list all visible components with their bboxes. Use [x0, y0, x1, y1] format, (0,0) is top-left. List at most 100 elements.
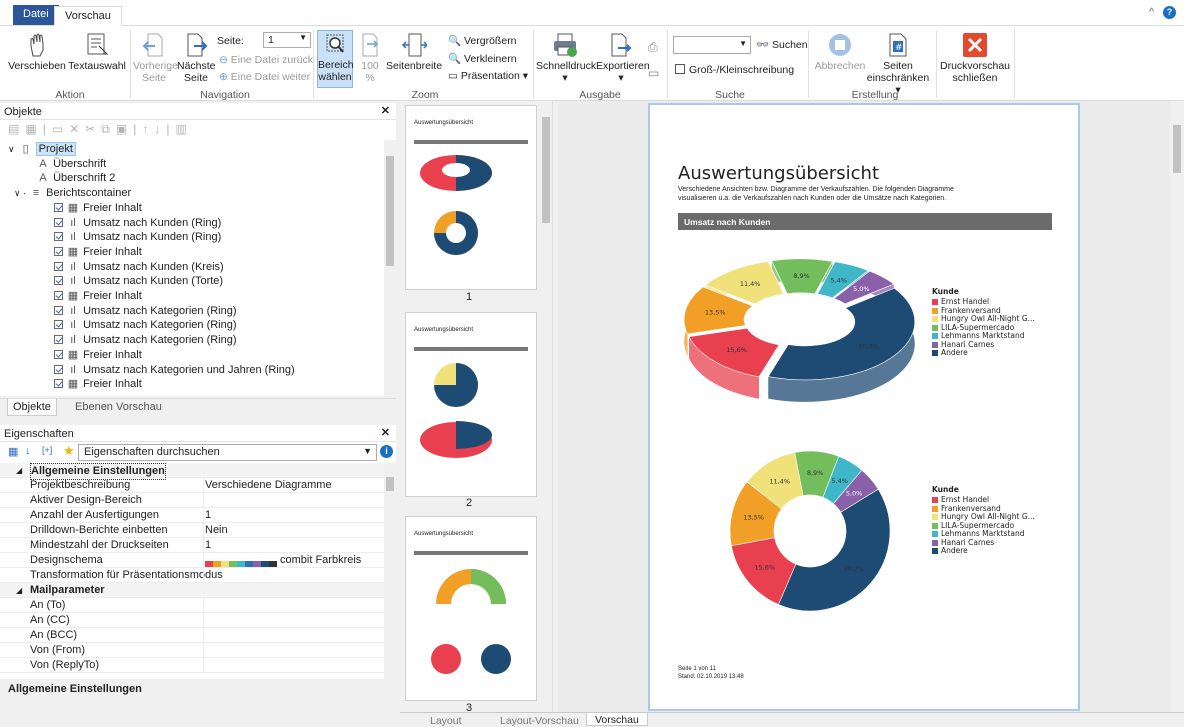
quick-print-button[interactable]: Schnelldruck ▾ — [536, 32, 596, 84]
text-select-button[interactable]: Textauswahl — [68, 32, 126, 72]
print-small-icon[interactable]: ⎙ — [648, 40, 658, 55]
tree-item[interactable]: ıl Umsatz nach Kategorien (Ring) — [54, 318, 237, 333]
stop-icon — [829, 34, 851, 56]
tab-objects[interactable]: Objekte — [7, 399, 57, 416]
chart-icon: ıl — [70, 231, 76, 244]
group-output-label: Ausgabe — [579, 89, 621, 101]
copy-icon[interactable]: ⧉ — [101, 122, 116, 136]
page-width-button[interactable]: Seitenbreite — [386, 32, 442, 72]
search-input[interactable]: ▼ — [673, 36, 751, 54]
previous-page-button[interactable]: Vorherige Seite — [133, 32, 178, 84]
tree-item[interactable]: ıl Umsatz nach Kategorien (Ring) — [54, 304, 237, 319]
tree-item[interactable]: ▦ Freier Inhalt — [54, 377, 142, 392]
tab-file[interactable]: Datei — [13, 5, 59, 25]
star-icon[interactable]: ★ — [63, 443, 75, 459]
shrink-button[interactable]: 🔍 Verkleinern — [448, 52, 517, 65]
thumbnail-page-2[interactable]: Auswertungsübersicht — [406, 313, 536, 496]
property-row[interactable]: Aktiver Design-Bereich — [0, 493, 384, 508]
presentation-button[interactable]: ▭ Präsentation ▾ — [448, 70, 528, 82]
tab-preview-main[interactable]: Vorschau — [586, 713, 648, 726]
thumbs-scrollbar[interactable] — [540, 101, 552, 712]
cut-icon[interactable]: ✂ — [85, 122, 101, 136]
close-panel-icon[interactable]: ✕ — [381, 426, 390, 439]
tree-item[interactable]: ∨ ▯ Projekt — [8, 142, 76, 157]
export-button[interactable]: Exportieren ▾ — [596, 32, 650, 84]
arrow-up-icon[interactable]: ↑ — [142, 122, 154, 136]
enlarge-button[interactable]: 🔍 Vergrößern — [448, 34, 517, 47]
zoom-100-button[interactable]: 100 % — [357, 32, 383, 84]
data-label: 40,3% — [858, 343, 879, 351]
property-row[interactable]: Designschema combit Farbkreis — [0, 553, 384, 568]
close-panel-icon[interactable]: ✕ — [381, 104, 390, 117]
property-row[interactable]: Von (ReplyTo) — [0, 658, 384, 673]
tree-item[interactable]: ▦ Freier Inhalt — [54, 245, 142, 260]
text-icon: A — [39, 172, 47, 185]
arrow-down-icon[interactable]: ↓ — [154, 122, 166, 136]
toolbar-icon[interactable]: ▭ — [52, 122, 69, 136]
property-row[interactable]: An (BCC) — [0, 628, 384, 643]
sort-az-icon[interactable]: ↓ — [25, 445, 31, 457]
tab-layout-preview[interactable]: Layout-Vorschau — [500, 715, 579, 727]
tree-item[interactable]: A Überschrift 2 — [36, 171, 115, 186]
move-button[interactable]: Verschieben — [7, 32, 67, 72]
properties-search-input[interactable]: Eigenschaften durchsuchen ▼ — [78, 444, 377, 461]
tab-preview[interactable]: Vorschau — [54, 6, 122, 26]
thumbnail-page-3[interactable]: Auswertungsübersicht — [406, 517, 536, 700]
next-page-button[interactable]: Nächste Seite — [177, 32, 216, 84]
property-row[interactable]: An (CC) — [0, 613, 384, 628]
preview-scrollbar[interactable] — [1170, 101, 1184, 712]
legend-item: Andere — [932, 348, 968, 357]
toolbar-icon[interactable]: ▤ — [8, 122, 25, 136]
property-row[interactable]: Von (From) — [0, 643, 384, 658]
data-label: 13,5% — [705, 308, 726, 316]
categorized-icon[interactable]: ▦ — [8, 445, 18, 458]
collapse-ribbon-icon[interactable]: ^ — [1149, 7, 1154, 18]
next-file-button[interactable]: ⊕ Eine Datei weiter — [219, 71, 310, 83]
property-row[interactable]: Drilldown-Berichte einbetten Nein — [0, 523, 384, 538]
prev-file-button[interactable]: ⊖ Eine Datei zurück — [219, 54, 313, 66]
tree-item[interactable]: ıl Umsatz nach Kategorien und Jahren (Ri… — [54, 363, 295, 378]
property-row[interactable]: An (To) — [0, 598, 384, 613]
tree-item[interactable]: ıl Umsatz nach Kunden (Kreis) — [54, 260, 224, 275]
tree-item[interactable]: ▦ Freier Inhalt — [54, 289, 142, 304]
cancel-button[interactable]: Abbrechen — [812, 32, 868, 72]
tree-item[interactable]: A Überschrift — [36, 157, 106, 172]
table-icon: ▦ — [67, 378, 79, 391]
tree-item[interactable]: ıl Umsatz nach Kunden (Ring) — [54, 230, 221, 245]
tab-layers[interactable]: Ebenen — [75, 401, 113, 413]
report-subtitle: Verschiedene Ansichten bzw. Diagramme de… — [678, 186, 954, 202]
tab-layout[interactable]: Layout — [430, 715, 462, 727]
property-row[interactable]: Transformation für Präsentationsmodus — [0, 568, 384, 583]
search-button[interactable]: 👓 Suchen — [756, 38, 808, 51]
property-section[interactable]: ◢ Allgemeine Einstellungen — [0, 463, 384, 480]
thumbnail-page-1[interactable]: Auswertungsübersicht — [406, 106, 536, 289]
tab-preview-small[interactable]: Vorschau — [116, 401, 162, 413]
props-scrollbar[interactable] — [384, 463, 396, 679]
tree-scrollbar[interactable] — [384, 140, 396, 396]
property-row[interactable]: Mindestzahl der Druckseiten 1 — [0, 538, 384, 553]
limit-pages-button[interactable]: # Seiten einschränken ▾ — [864, 32, 932, 96]
tree-item[interactable]: ▦ Freier Inhalt — [54, 348, 142, 363]
property-row[interactable]: Projektbeschreibung Verschiedene Diagramm… — [0, 478, 384, 493]
tree-item[interactable]: ıl Umsatz nach Kunden (Torte) — [54, 274, 223, 289]
delete-icon[interactable]: ✕ — [69, 122, 85, 136]
toolbar-icon[interactable]: ▦ — [25, 122, 42, 136]
view-tabs: Layout Layout-Vorschau Vorschau — [400, 712, 1184, 727]
tree-item[interactable]: ıl Umsatz nach Kategorien (Ring) — [54, 333, 237, 348]
close-preview-button[interactable]: Druckvorschau schließen — [940, 32, 1010, 84]
paste-icon[interactable]: ▣ — [116, 122, 133, 136]
ribbon: Verschieben Textauswahl Aktion Vorherige… — [0, 26, 1184, 101]
tree-item[interactable]: ∨ · ≡ Berichtscontainer — [14, 186, 131, 201]
help-icon[interactable]: ? — [1163, 6, 1176, 19]
formula-icon[interactable]: [+] — [42, 445, 52, 455]
select-area-button[interactable]: Bereich wählen — [317, 30, 354, 88]
properties-icon[interactable]: ▥ — [175, 122, 192, 136]
property-row[interactable]: Anzahl der Ausfertigungen 1 — [0, 508, 384, 523]
tree-item[interactable]: ıl Umsatz nach Kunden (Ring) — [54, 216, 221, 231]
property-section[interactable]: ◢ Mailparameter — [0, 583, 384, 598]
case-sensitive-checkbox[interactable]: Groß-/Kleinschreibung — [675, 64, 794, 76]
send-icon[interactable]: ▭ — [648, 66, 659, 80]
tree-item[interactable]: ▦ Freier Inhalt — [54, 201, 142, 216]
page-select[interactable]: 1 ▼ — [263, 32, 311, 48]
info-icon[interactable]: i — [380, 445, 393, 458]
